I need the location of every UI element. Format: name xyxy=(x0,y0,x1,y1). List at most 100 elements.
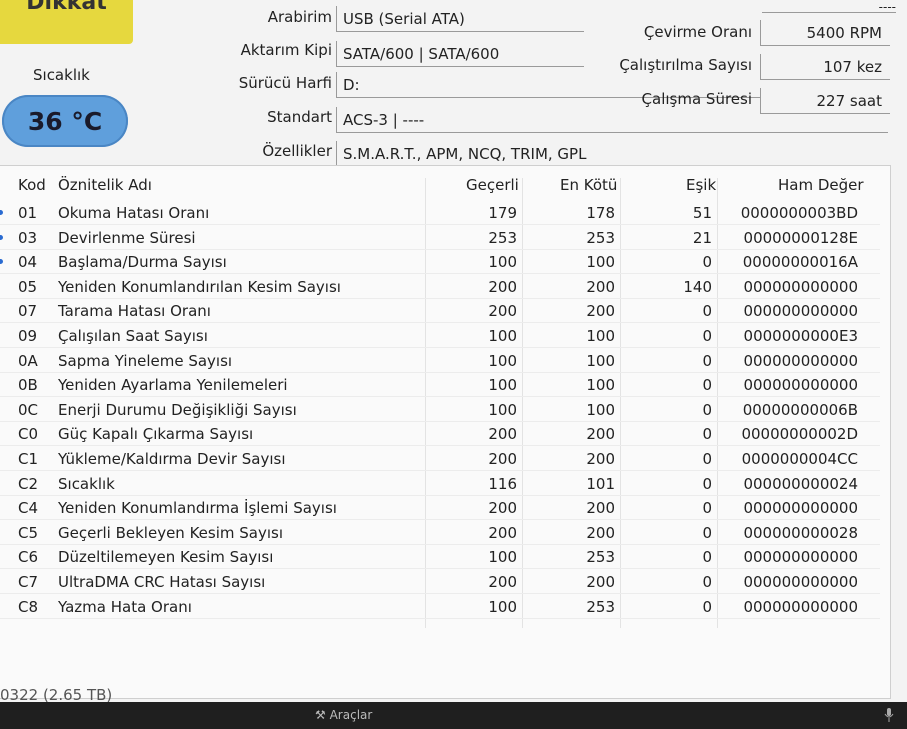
cell-threshold: 0 xyxy=(702,400,712,419)
cell-name: Güç Kapalı Çıkarma Sayısı xyxy=(58,425,254,444)
cell-worst: 178 xyxy=(586,204,615,222)
cell-threshold: 51 xyxy=(692,204,712,222)
cell-raw: 000000000000 xyxy=(743,277,858,296)
features-value: S.M.A.R.T., APM, NCQ, TRIM, GPL xyxy=(336,141,888,167)
status-dot-icon xyxy=(0,234,3,240)
cell-worst: 200 xyxy=(586,425,615,444)
cell-id: 03 xyxy=(18,228,38,247)
cell-worst: 200 xyxy=(586,523,615,542)
cell-id: 0B xyxy=(18,376,38,395)
table-row[interactable]: C7 UltraDMA CRC Hatası Sayısı 200 200 0 00000… xyxy=(0,569,890,593)
cell-raw: 00000000128E xyxy=(743,228,858,247)
header-threshold: Eşik xyxy=(686,176,717,194)
cell-name: Yeniden Ayarlama Yenilemeleri xyxy=(58,376,288,395)
power-on-hours-value: 227 saat xyxy=(760,88,890,114)
cell-name: Devirlenme Süresi xyxy=(58,228,196,247)
cell-threshold: 0 xyxy=(702,597,712,616)
cell-current: 100 xyxy=(488,327,517,345)
cell-id: 05 xyxy=(18,277,38,296)
table-row[interactable]: C8 Yazma Hata Oranı 100 253 0 000000000000 xyxy=(0,594,890,618)
cell-name: Tarama Hatası Oranı xyxy=(58,302,211,321)
temperature-label: Sıcaklık xyxy=(33,66,90,84)
cell-current: 200 xyxy=(488,523,517,542)
cell-raw: 000000000000 xyxy=(743,548,858,567)
cell-id: 01 xyxy=(18,204,38,222)
cell-current: 116 xyxy=(488,474,517,493)
cell-raw: 000000000000 xyxy=(743,351,858,370)
top-right-field: ---- xyxy=(762,0,896,14)
cell-id: C5 xyxy=(18,523,39,542)
cell-worst: 100 xyxy=(586,253,615,272)
table-row[interactable]: C2 Sıcaklık 116 101 0 000000000024 xyxy=(0,471,890,495)
table-row[interactable]: C4 Yeniden Konumlandırma İşlemi Sayısı 200… xyxy=(0,495,890,519)
cell-threshold: 0 xyxy=(702,327,712,345)
interface-value: USB (Serial ATA) xyxy=(336,6,584,32)
health-status-badge[interactable]: Dikkat xyxy=(0,0,133,44)
cell-id: C2 xyxy=(18,474,39,493)
table-row[interactable]: 07 Tarama Hatası Oranı 200 200 0 000000000000 xyxy=(0,298,890,322)
table-row[interactable]: C6 Düzeltilemeyen Kesim Sayısı 100 253 0 0000… xyxy=(0,544,890,568)
cell-raw: 000000000000 xyxy=(743,499,858,518)
cell-current: 100 xyxy=(488,351,517,370)
cell-threshold: 0 xyxy=(702,253,712,272)
cell-current: 200 xyxy=(488,425,517,444)
cell-raw: 00000000006B xyxy=(742,400,858,419)
cell-id: 0A xyxy=(18,351,38,370)
cell-worst: 253 xyxy=(586,548,615,567)
cell-raw: 000000000000 xyxy=(743,302,858,321)
table-row[interactable]: 0C Enerji Durumu Değişikliği Sayısı 100 100… xyxy=(0,397,890,421)
header-worst: En Kötü xyxy=(560,176,618,194)
cell-current: 200 xyxy=(488,277,517,296)
cell-worst: 253 xyxy=(586,228,615,247)
table-row[interactable]: 03 Devirlenme Süresi 253 253 21 00000000128E xyxy=(0,225,890,249)
header-raw: Ham Değer xyxy=(778,176,864,194)
cell-name: Düzeltilemeyen Kesim Sayısı xyxy=(58,548,274,567)
cell-threshold: 0 xyxy=(702,523,712,542)
table-row[interactable]: 04 Başlama/Durma Sayısı 100 100 0 00000000016… xyxy=(0,249,890,273)
cell-current: 200 xyxy=(488,302,517,321)
cell-name: Yazma Hata Oranı xyxy=(58,597,192,616)
cell-worst: 101 xyxy=(586,474,615,493)
cell-id: C1 xyxy=(18,450,39,468)
table-row[interactable]: C5 Geçerli Bekleyen Kesim Sayısı 200 200 0 00… xyxy=(0,520,890,544)
table-row[interactable]: 09 Çalışılan Saat Sayısı 100 100 0 0000000000… xyxy=(0,323,890,347)
cell-id: C4 xyxy=(18,499,39,518)
cell-threshold: 0 xyxy=(702,474,712,493)
cell-id: 0C xyxy=(18,400,39,419)
cell-id: C8 xyxy=(18,597,39,616)
cell-threshold: 0 xyxy=(702,450,712,468)
microphone-icon[interactable] xyxy=(884,708,894,722)
cell-threshold: 21 xyxy=(692,228,712,247)
table-row[interactable]: C1 Yükleme/Kaldırma Devir Sayısı 200 200 0 00… xyxy=(0,446,890,470)
header-id: Kod xyxy=(18,176,46,194)
tools-button[interactable]: ⚒ Araçlar xyxy=(315,708,372,722)
cell-id: C6 xyxy=(18,548,39,567)
cell-name: Enerji Durumu Değişikliği Sayısı xyxy=(58,400,297,419)
cell-current: 200 xyxy=(488,573,517,591)
cell-current: 100 xyxy=(488,400,517,419)
temperature-badge: 36 °C xyxy=(2,95,128,147)
cell-worst: 253 xyxy=(586,597,615,616)
cell-id: 04 xyxy=(18,253,38,272)
cell-threshold: 0 xyxy=(702,302,712,321)
table-row[interactable]: 0B Yeniden Ayarlama Yenilemeleri 100 100 0 00… xyxy=(0,372,890,396)
table-row[interactable]: 0A Sapma Yineleme Sayısı 100 100 0 0000000000… xyxy=(0,348,890,372)
cell-worst: 100 xyxy=(586,351,615,370)
table-row[interactable]: 01 Okuma Hatası Oranı 179 178 51 0000000003BD xyxy=(0,200,890,224)
cell-current: 179 xyxy=(488,204,517,222)
cell-raw: 0000000004CC xyxy=(741,450,858,468)
cell-name: Yeniden Konumlandırma İşlemi Sayısı xyxy=(58,499,337,518)
status-dot-icon xyxy=(0,259,3,265)
cell-worst: 200 xyxy=(586,499,615,518)
rotation-rate-value: 5400 RPM xyxy=(760,20,890,46)
interface-label: Arabirim xyxy=(267,8,332,26)
cell-name: Yeniden Konumlandırılan Kesim Sayısı xyxy=(58,277,341,296)
transfer-mode-label: Aktarım Kipi xyxy=(240,41,332,59)
table-row[interactable]: 05 Yeniden Konumlandırılan Kesim Sayısı 20… xyxy=(0,274,890,298)
table-row[interactable]: C0 Güç Kapalı Çıkarma Sayısı 200 200 0 000000… xyxy=(0,421,890,445)
status-dot-icon xyxy=(0,210,3,215)
cell-current: 100 xyxy=(488,376,517,395)
cell-name: Başlama/Durma Sayısı xyxy=(58,253,227,272)
cell-worst: 200 xyxy=(586,277,615,296)
cell-raw: 00000000016A xyxy=(742,253,858,272)
